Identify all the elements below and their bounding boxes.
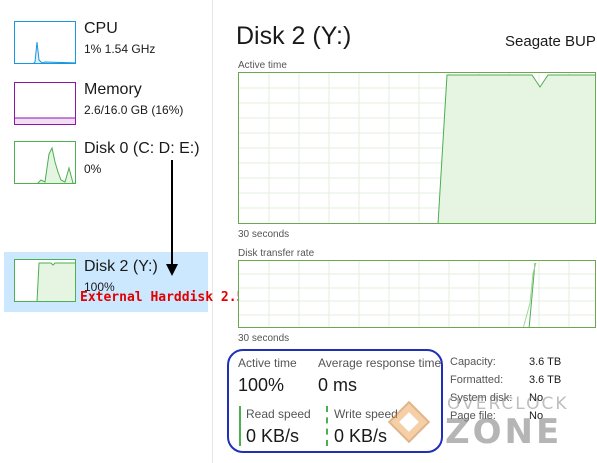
sidebar-item-title: Disk 0 (C: D: E:) (84, 140, 200, 157)
annotation-label: External Harddisk 2.5 (80, 290, 245, 305)
sidebar-item-title: Memory (84, 81, 142, 98)
sidebar-item-subtitle: 2.6/16.0 GB (16%) (84, 103, 184, 117)
sidebar-item-memory[interactable]: Memory 2.6/16.0 GB (16%) (4, 75, 208, 135)
transfer-rate-graph (238, 260, 596, 328)
annotation-arrow-icon (166, 160, 178, 276)
transfer-graph-label: Disk transfer rate (238, 248, 315, 259)
memory-thumbnail-graph (14, 82, 76, 125)
disk-model-name: Seagate BUP (505, 33, 596, 50)
disk-0-thumbnail-graph (14, 141, 76, 184)
sidebar-item-cpu[interactable]: CPU 1% 1.54 GHz (4, 14, 208, 74)
watermark: OVERCLOCK ZONE (385, 390, 595, 460)
sidebar-item-subtitle: 1% 1.54 GHz (84, 42, 156, 56)
formatted-value: 3.6 TB (529, 374, 562, 386)
active-time-graph (238, 72, 596, 224)
page-title: Disk 2 (Y:) (236, 22, 352, 50)
active-time-graph-label: Active time (238, 60, 287, 71)
active-time-graph-span: 30 seconds (238, 229, 290, 240)
sidebar-item-title: Disk 2 (Y:) (84, 258, 158, 275)
watermark-logo-icon (387, 400, 431, 444)
watermark-top-text: OVERCLOCK (447, 394, 569, 414)
formatted-label: Formatted: (450, 374, 504, 386)
sidebar-item-title: CPU (84, 20, 118, 37)
capacity-label: Capacity: (450, 356, 496, 368)
panel-divider (212, 0, 213, 463)
capacity-value: 3.6 TB (529, 356, 562, 368)
sidebar: CPU 1% 1.54 GHz Memory 2.6/16.0 GB (16%)… (0, 0, 212, 463)
watermark-bottom-text: ZONE (445, 412, 563, 452)
cpu-thumbnail-graph (14, 21, 76, 64)
transfer-graph-span: 30 seconds (238, 333, 290, 344)
sidebar-item-subtitle: 0% (84, 162, 102, 176)
disk-2-thumbnail-graph (14, 259, 76, 302)
